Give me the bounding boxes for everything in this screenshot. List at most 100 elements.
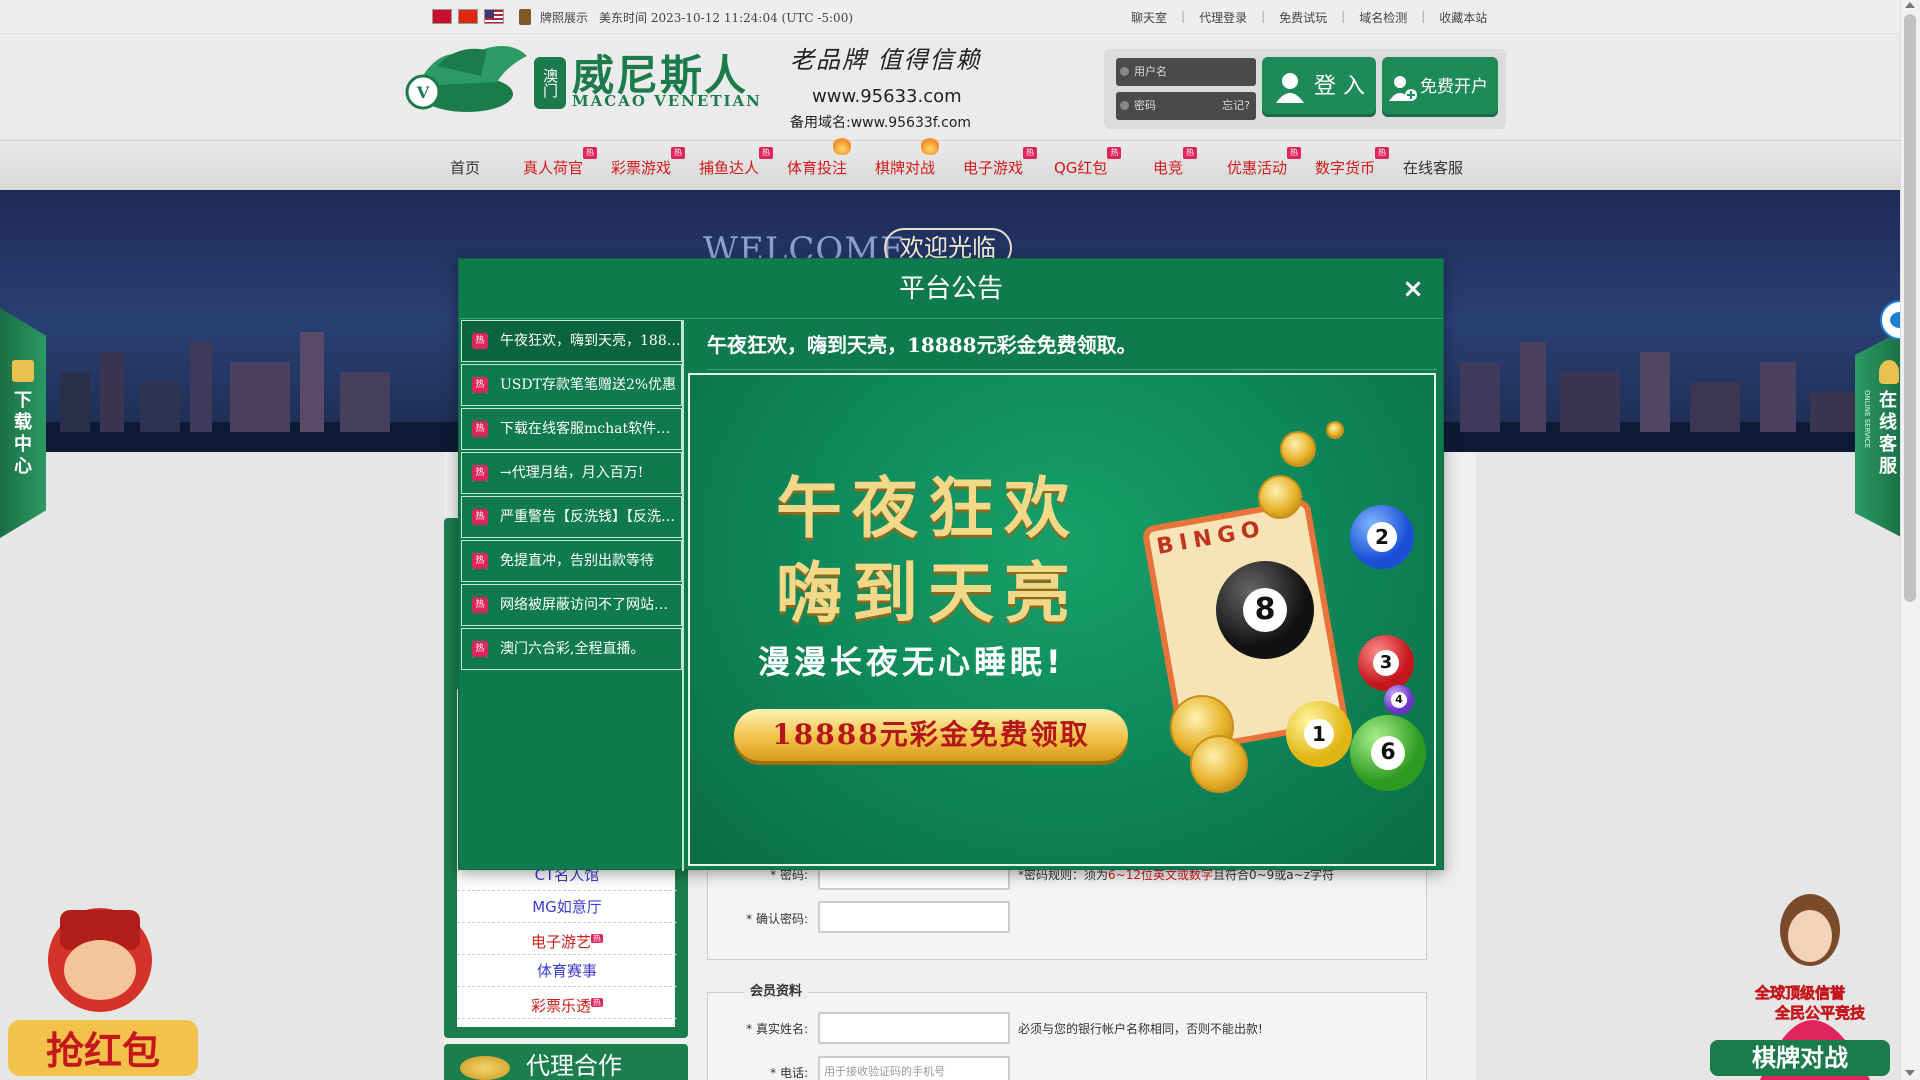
promo-top-label: 全球顶级信誉 — [1754, 984, 1846, 1002]
announcement-item[interactable]: 热免提直冲，告别出款等待 — [461, 540, 682, 582]
ball-6-icon: 6 — [1350, 715, 1426, 791]
hot-badge: 热 — [472, 333, 488, 349]
nav-promotions-label: 优惠活动 — [1227, 159, 1288, 177]
gold-coin-icon — [1190, 735, 1248, 793]
announcement-item[interactable]: 热网络被屏蔽访问不了网站怎么办 — [461, 584, 682, 626]
gold-coins-icon — [460, 1056, 510, 1080]
agent-cooperation-box[interactable]: 代理合作 — [444, 1044, 688, 1080]
scroll-up-arrow-icon[interactable] — [1905, 2, 1915, 8]
announcement-item-label: 下载在线客服mchat软件，随时随地联系客服 — [500, 421, 681, 437]
gift-icon — [12, 360, 34, 382]
nav-esports[interactable]: 电竞热 — [1153, 147, 1198, 178]
announcement-item[interactable]: 热澳门六合彩,全程直播。 — [461, 628, 682, 670]
gold-coin-icon — [1280, 431, 1316, 467]
nav-fishing-label: 捕鱼达人 — [699, 159, 760, 177]
gold-coin-icon — [1326, 421, 1344, 439]
announcement-item[interactable]: 热午夜狂欢，嗨到天亮，18888元彩金免费领取。 — [461, 320, 682, 362]
promo-subtitle: 漫漫长夜无心睡眠! — [758, 643, 1065, 681]
nav-slots[interactable]: 电子游戏热 — [963, 147, 1038, 178]
scroll-thumb[interactable] — [1904, 14, 1916, 602]
confirm-password-input[interactable] — [818, 901, 1010, 933]
top-link-domain-check[interactable]: 域名检测 — [1345, 9, 1421, 26]
nav-qg-redpacket[interactable]: QG红包热 — [1054, 147, 1122, 178]
red-packet-promo[interactable]: 抢红包 — [0, 880, 205, 1080]
scroll-down-arrow-icon[interactable] — [1905, 1070, 1915, 1076]
sidebar-link-lottery[interactable]: 彩票乐透热 — [457, 987, 677, 1019]
promo-line-1: 午夜狂欢 — [776, 469, 1080, 547]
sidebar-link-slots-label: 电子游艺 — [530, 933, 591, 951]
nav-lottery-label: 彩票游戏 — [611, 159, 672, 177]
login-button[interactable]: 登 入 — [1262, 57, 1376, 117]
hot-badge: 热 — [1287, 147, 1302, 159]
sidebar-link-mg[interactable]: MG如意厅 — [457, 891, 677, 923]
cn-flag-icon[interactable] — [458, 9, 478, 24]
promo-line-2: 嗨到天亮 — [776, 554, 1080, 632]
username-input[interactable]: 用户名 — [1116, 58, 1256, 86]
card-game-promo[interactable]: 全球顶级信誉 全民公平竞技 棋牌对战 — [1700, 880, 1900, 1080]
top-link-agent-login[interactable]: 代理登录 — [1185, 9, 1261, 26]
nav-sports[interactable]: 体育投注 — [787, 135, 852, 178]
hot-badge: 热 — [472, 421, 488, 437]
hk-flag-icon[interactable] — [432, 9, 452, 24]
top-link-free-trial[interactable]: 免费试玩 — [1265, 9, 1341, 26]
hot-badge: 热 — [1107, 147, 1122, 159]
nav-promotions[interactable]: 优惠活动热 — [1227, 147, 1302, 178]
hot-badge: 热 — [472, 465, 488, 481]
password-hint-pre: *密码规则：须为 — [1018, 868, 1109, 882]
us-flag-icon[interactable] — [484, 9, 504, 24]
close-icon[interactable]: × — [1400, 276, 1426, 302]
announcement-item-label: 免提直冲，告别出款等待 — [500, 553, 654, 569]
announcement-item-label: 午夜狂欢，嗨到天亮，18888元彩金免费领取。 — [500, 333, 681, 349]
hot-badge: 热 — [591, 998, 603, 1007]
phone-input[interactable]: 用于接收验证码的手机号 — [818, 1056, 1010, 1080]
top-link-bookmark[interactable]: 收藏本站 — [1425, 9, 1501, 26]
nav-customer-service[interactable]: 在线客服 — [1403, 157, 1463, 178]
realname-input[interactable] — [818, 1012, 1010, 1044]
announcement-item[interactable]: 热 →代理月结，月入百万! — [461, 452, 682, 494]
main-nav: 首页 真人荷官热 彩票游戏热 捕鱼达人热 体育投注 棋牌对战 电子游戏热 QG红… — [0, 135, 1900, 190]
bingo-card-label: BINGO — [1154, 516, 1268, 560]
nav-live-casino[interactable]: 真人荷官热 — [523, 147, 598, 178]
lock-icon — [1120, 101, 1129, 110]
announcement-item-label: 澳门六合彩,全程直播。 — [500, 641, 645, 657]
modal-title: 平台公告 — [459, 259, 1443, 319]
register-button[interactable]: 免费开户 — [1382, 57, 1498, 117]
add-user-icon — [1389, 76, 1417, 101]
nav-crypto[interactable]: 数字货币热 — [1315, 147, 1390, 178]
online-service-tab[interactable]: ONLINE SERVICE 在线客服 — [1855, 330, 1903, 538]
nav-sports-label: 体育投注 — [787, 159, 848, 177]
winged-lion-logo-icon[interactable]: V — [397, 36, 535, 120]
logo-macau-badge: 澳门 — [534, 57, 566, 109]
realname-label: * 真实姓名: — [746, 1022, 808, 1036]
forgot-password-link[interactable]: 忘记? — [1222, 92, 1250, 120]
fire-icon — [833, 135, 852, 155]
phone-label: * 电话: — [770, 1066, 808, 1080]
claim-bonus-button[interactable]: 18888元彩金免费领取 — [734, 709, 1128, 761]
slogan: 老品牌 值得信赖 — [790, 46, 982, 74]
realname-hint: 必须与您的银行帐户名称相同，否则不能出款! — [1018, 1022, 1263, 1036]
sidebar-link-sports[interactable]: 体育赛事 — [457, 955, 677, 987]
phone-placeholder: 用于接收验证码的手机号 — [824, 1065, 945, 1078]
sidebar-link-slots[interactable]: 电子游艺热 — [457, 923, 677, 955]
announcement-item[interactable]: 热 USDT存款笔笔赠送2%优惠 — [461, 364, 682, 406]
agent-title: 代理合作 — [526, 1052, 622, 1080]
gold-coin-icon — [1258, 475, 1302, 519]
top-link-chatroom[interactable]: 聊天室 — [1117, 9, 1181, 26]
password-hint-post: 且符合0~9或a~z字符 — [1212, 868, 1335, 882]
hot-badge: 热 — [472, 641, 488, 657]
user-avatar-icon — [1276, 73, 1304, 103]
nav-lottery[interactable]: 彩票游戏热 — [611, 147, 686, 178]
password-hint-rule: 6~12位英文或数字 — [1108, 868, 1213, 882]
announcement-item[interactable]: 热严重警告【反洗钱】【反洗钱】 — [461, 496, 682, 538]
nav-qg-redpacket-label: QG红包 — [1054, 159, 1108, 177]
nav-card-games[interactable]: 棋牌对战 — [875, 135, 940, 178]
nav-home[interactable]: 首页 — [450, 157, 480, 178]
announcement-item[interactable]: 热下载在线客服mchat软件，随时随地联系客服 — [461, 408, 682, 450]
red-packet-promo-label: 抢红包 — [46, 1028, 160, 1073]
license-link[interactable]: 牌照展示 — [540, 9, 588, 26]
login-panel: 用户名 密码 忘记? 登 入 免费开户 — [1104, 49, 1506, 129]
download-center-tab[interactable]: 下载中心 — [0, 308, 46, 538]
password-input[interactable]: 密码 忘记? — [1116, 92, 1256, 120]
hot-badge: 热 — [472, 597, 488, 613]
nav-fishing[interactable]: 捕鱼达人热 — [699, 147, 774, 178]
